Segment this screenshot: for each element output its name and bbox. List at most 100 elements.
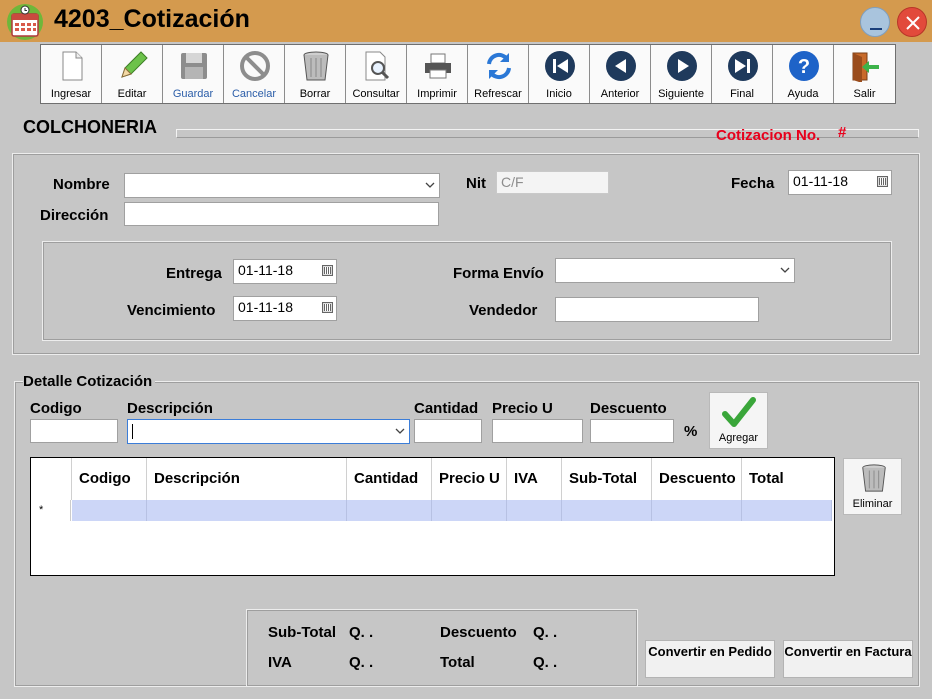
refresh-icon [487, 52, 511, 80]
row-header[interactable]: * [31, 500, 71, 521]
detalle-descuento-field[interactable] [590, 419, 674, 443]
total-label: Total [440, 654, 475, 671]
siguiente-button[interactable]: Siguiente [651, 45, 712, 103]
calendar-icon[interactable] [322, 302, 333, 313]
section-title: COLCHONERIA [23, 117, 157, 137]
detalle-cantidad-label: Cantidad [414, 400, 479, 417]
descuento-total-label: Descuento [440, 624, 517, 641]
grid-col-codigo[interactable]: Codigo [72, 458, 147, 500]
iva-label: IVA [268, 654, 292, 671]
detalle-grid[interactable]: Codigo Descripción Cantidad Precio U IVA… [30, 457, 835, 576]
direccion-field[interactable] [124, 202, 439, 226]
new-document-icon [62, 51, 83, 81]
vendedor-label: Vendedor [469, 302, 538, 319]
detalle-descuento-label: Descuento [590, 400, 667, 417]
cancelar-button[interactable]: Cancelar [224, 45, 285, 103]
window-title: 4203_Cotización [54, 5, 250, 33]
vencimiento-date-picker[interactable]: 01-11-18 [233, 296, 337, 321]
close-icon [906, 16, 920, 30]
ingresar-button[interactable]: Ingresar [41, 45, 102, 103]
grid-header: Codigo Descripción Cantidad Precio U IVA… [31, 458, 834, 500]
agregar-button[interactable]: Agregar [709, 392, 768, 449]
forma-envio-label: Forma Envío [453, 265, 544, 282]
grid-cell[interactable] [507, 500, 562, 521]
nit-label: Nit [466, 175, 486, 192]
svg-text:?: ? [798, 56, 810, 78]
borrar-button[interactable]: Borrar [285, 45, 346, 103]
calendar-app-icon [6, 3, 44, 41]
cotizacion-number-value: # [838, 124, 847, 141]
grid-col-total[interactable]: Total [742, 458, 834, 500]
calendar-icon[interactable] [322, 265, 333, 276]
minimize-button[interactable] [860, 7, 890, 37]
ayuda-button[interactable]: ? Ayuda [773, 45, 834, 103]
calendar-icon[interactable] [877, 176, 888, 187]
subtotal-label: Sub-Total [268, 624, 337, 641]
convertir-pedido-button[interactable]: Convertir en Pedido [645, 640, 775, 678]
grid-cell[interactable] [742, 500, 832, 521]
detalle-cantidad-field[interactable] [414, 419, 482, 443]
close-button[interactable] [897, 7, 927, 37]
cotizacion-number-label: Cotizacion No. [716, 127, 821, 144]
subtotal-value: Q. . [349, 624, 374, 641]
detalle-codigo-label: Codigo [30, 400, 82, 417]
nit-field[interactable]: C/F [496, 171, 609, 194]
convertir-factura-button[interactable]: Convertir en Factura [783, 640, 913, 678]
percent-label: % [684, 423, 698, 440]
grid-cell[interactable] [652, 500, 742, 521]
toolbar: Ingresar Editar Guardar Cancelar Borrar … [40, 44, 896, 104]
chevron-down-icon [395, 428, 405, 434]
trash-icon [862, 464, 886, 492]
entrega-date-picker[interactable]: 01-11-18 [233, 259, 337, 284]
nombre-label: Nombre [53, 176, 110, 193]
cancel-icon [240, 51, 270, 81]
table-row[interactable]: * [31, 500, 834, 521]
grid-col-cantidad[interactable]: Cantidad [347, 458, 432, 500]
title-bar: 4203_Cotización [0, 0, 932, 42]
pencil-icon [121, 51, 148, 78]
detalle-codigo-field[interactable] [30, 419, 118, 443]
final-button[interactable]: Final [712, 45, 773, 103]
total-value: Q. . [533, 654, 558, 671]
detalle-descripcion-combobox[interactable] [127, 419, 410, 444]
imprimir-button[interactable]: Imprimir [407, 45, 468, 103]
vendedor-field[interactable] [555, 297, 759, 322]
grid-col-descripcion[interactable]: Descripción [147, 458, 347, 500]
chevron-down-icon [425, 182, 435, 188]
help-icon: ? [789, 51, 819, 81]
salir-button[interactable]: Salir [834, 45, 895, 103]
floppy-disk-icon [181, 53, 207, 79]
refrescar-button[interactable]: Refrescar [468, 45, 529, 103]
grid-col-iva[interactable]: IVA [507, 458, 562, 500]
grid-col-precio[interactable]: Precio U [432, 458, 507, 500]
editar-button[interactable]: Editar [102, 45, 163, 103]
text-cursor [132, 423, 133, 439]
inicio-button[interactable]: Inicio [529, 45, 590, 103]
first-icon [545, 51, 575, 81]
detalle-descripcion-label: Descripción [127, 400, 213, 417]
previous-icon [606, 51, 636, 81]
delivery-group [42, 241, 892, 341]
grid-cell[interactable] [72, 500, 147, 521]
exit-door-icon [852, 52, 879, 82]
last-icon [728, 51, 758, 81]
descuento-total-value: Q. . [533, 624, 558, 641]
fecha-date-picker[interactable]: 01-11-18 [788, 170, 892, 195]
consultar-button[interactable]: Consultar [346, 45, 407, 103]
guardar-button[interactable]: Guardar [163, 45, 224, 103]
direccion-label: Dirección [40, 207, 109, 224]
detalle-precio-field[interactable] [492, 419, 583, 443]
entrega-label: Entrega [166, 265, 222, 282]
nombre-combobox[interactable] [124, 173, 440, 198]
grid-cell[interactable] [562, 500, 652, 521]
grid-cell[interactable] [432, 500, 507, 521]
grid-cell[interactable] [347, 500, 432, 521]
grid-col-descuento[interactable]: Descuento [652, 458, 742, 500]
totals-box [246, 609, 638, 687]
grid-col-subtotal[interactable]: Sub-Total [562, 458, 652, 500]
anterior-button[interactable]: Anterior [590, 45, 651, 103]
grid-cell[interactable] [147, 500, 347, 521]
eliminar-button[interactable]: Eliminar [843, 458, 902, 515]
forma-envio-combobox[interactable] [555, 258, 795, 283]
printer-icon [425, 53, 451, 79]
